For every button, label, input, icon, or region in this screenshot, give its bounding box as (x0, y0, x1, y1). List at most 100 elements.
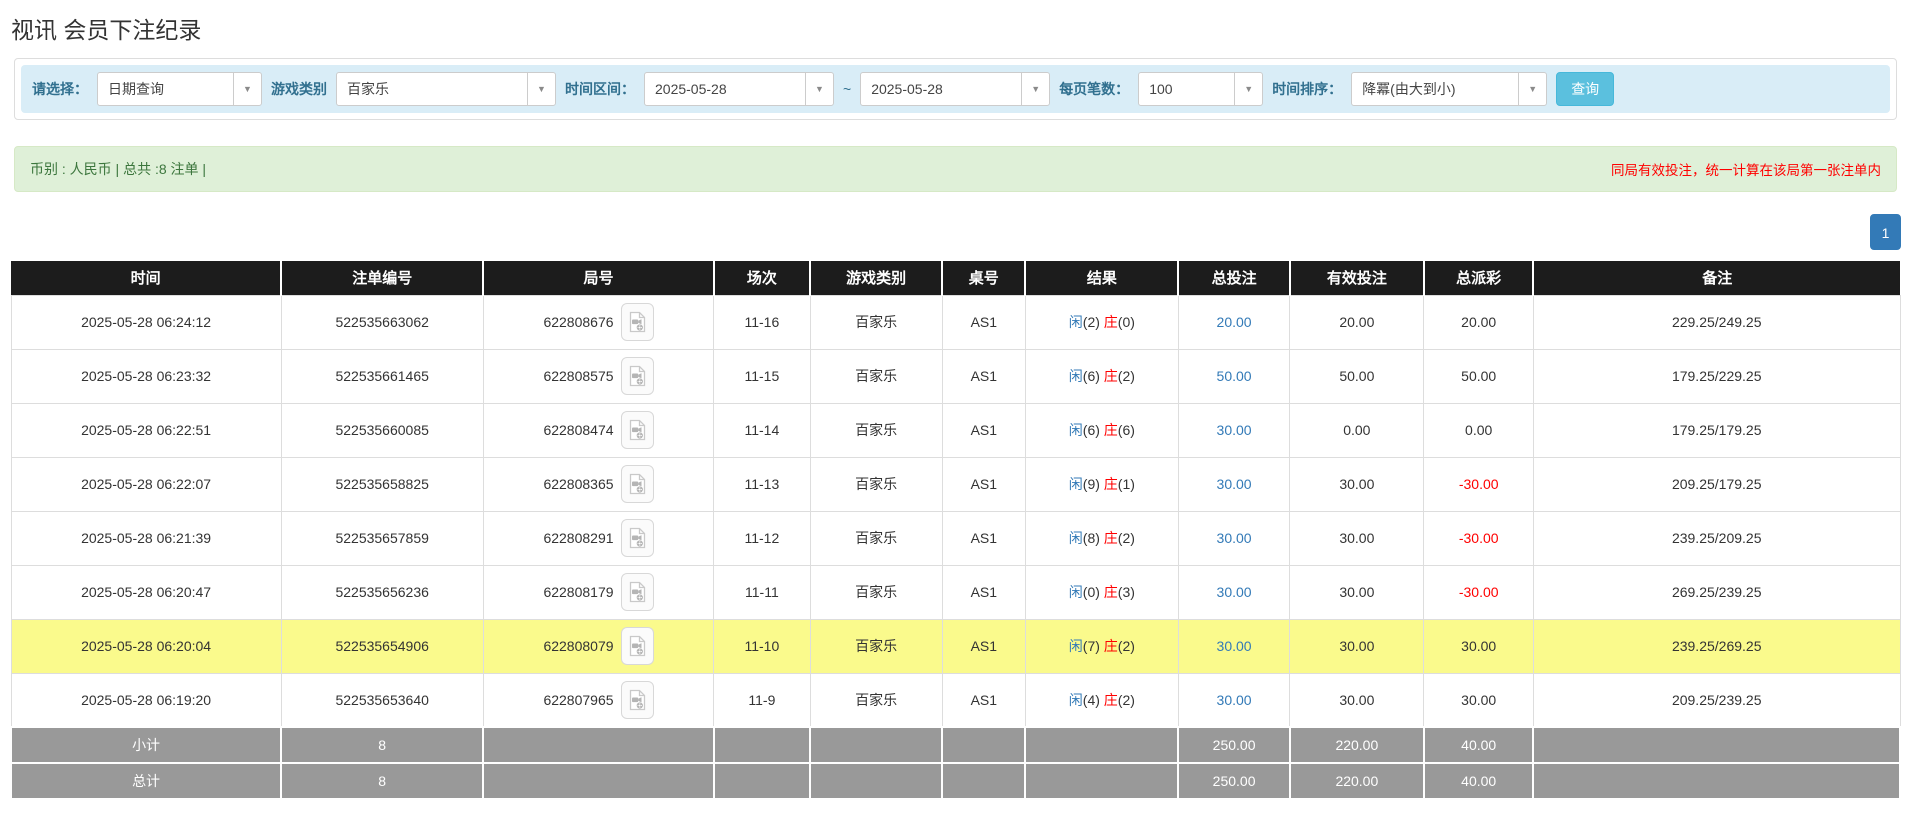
cell-round: 622808474 (483, 403, 713, 457)
video-icon-button[interactable] (621, 573, 654, 611)
date-from-select[interactable]: 2025-05-28 ▼ (644, 72, 834, 106)
table-row[interactable]: 2025-05-28 06:21:39522535657859622808291… (11, 511, 1900, 565)
result-banker-label: 庄 (1104, 314, 1118, 330)
total-bet-link[interactable]: 50.00 (1217, 368, 1252, 384)
sort-order-label: 时间排序： (1272, 79, 1342, 99)
video-icon-button[interactable] (621, 465, 654, 503)
result-player-value: (6) (1083, 368, 1100, 384)
sort-order-value: 降冪(由大到小) (1352, 79, 1465, 99)
cell-bet-id: 522535657859 (281, 511, 483, 565)
chevron-down-icon: ▼ (805, 73, 833, 105)
cell-session: 11-10 (714, 619, 810, 673)
table-row[interactable]: 2025-05-28 06:22:07522535658825622808365… (11, 457, 1900, 511)
round-id: 622808474 (543, 422, 613, 438)
video-icon-button[interactable] (621, 411, 654, 449)
result-player-value: (9) (1083, 476, 1100, 492)
query-type-value: 日期查询 (98, 79, 174, 99)
result-banker-value: (0) (1118, 314, 1135, 330)
total-bet-link[interactable]: 30.00 (1217, 692, 1252, 708)
search-button[interactable]: 查询 (1556, 72, 1614, 106)
result-player-label: 闲 (1069, 530, 1083, 546)
cell-session: 11-14 (714, 403, 810, 457)
summary-empty-cell (714, 763, 810, 799)
round-group: 622808079 (543, 627, 653, 665)
cell-valid-bet: 30.00 (1290, 565, 1424, 619)
round-group: 622808179 (543, 573, 653, 611)
cell-table-no: AS1 (942, 565, 1025, 619)
cell-round: 622807965 (483, 673, 713, 727)
result-banker-label: 庄 (1104, 530, 1118, 546)
video-icon-button[interactable] (621, 519, 654, 557)
result-player-label: 闲 (1069, 692, 1083, 708)
table-summary-row: 小计8250.00220.0040.00 (11, 727, 1900, 763)
table-row[interactable]: 2025-05-28 06:22:51522535660085622808474… (11, 403, 1900, 457)
game-type-select[interactable]: 百家乐 ▼ (336, 72, 556, 106)
cell-remark: 239.25/269.25 (1533, 619, 1900, 673)
total-bet-link[interactable]: 30.00 (1217, 530, 1252, 546)
video-icon-button[interactable] (621, 357, 654, 395)
cell-round: 622808179 (483, 565, 713, 619)
table-row[interactable]: 2025-05-28 06:23:32522535661465622808575… (11, 349, 1900, 403)
cell-payout: 30.00 (1424, 619, 1534, 673)
cell-result: 闲(2) 庄(0) (1025, 295, 1178, 349)
query-type-select[interactable]: 日期查询 ▼ (97, 72, 262, 106)
column-header: 结果 (1025, 261, 1178, 295)
table-row[interactable]: 2025-05-28 06:19:20522535653640622807965… (11, 673, 1900, 727)
page-size-select[interactable]: 100 ▼ (1138, 72, 1263, 106)
cell-round: 622808575 (483, 349, 713, 403)
video-icon-button[interactable] (621, 681, 654, 719)
cell-game-type: 百家乐 (810, 295, 942, 349)
cell-table-no: AS1 (942, 349, 1025, 403)
column-header: 场次 (714, 261, 810, 295)
round-id: 622808291 (543, 530, 613, 546)
total-bet-link[interactable]: 30.00 (1217, 422, 1252, 438)
summary-empty-cell (1533, 763, 1900, 799)
pagination-page-1[interactable]: 1 (1870, 214, 1901, 250)
chevron-down-icon: ▼ (1518, 73, 1546, 105)
cell-remark: 179.25/179.25 (1533, 403, 1900, 457)
table-row[interactable]: 2025-05-28 06:24:12522535663062622808676… (11, 295, 1900, 349)
date-to-select[interactable]: 2025-05-28 ▼ (860, 72, 1050, 106)
table-row[interactable]: 2025-05-28 06:20:47522535656236622808179… (11, 565, 1900, 619)
column-header: 备注 (1533, 261, 1900, 295)
cell-table-no: AS1 (942, 673, 1025, 727)
cell-remark: 229.25/249.25 (1533, 295, 1900, 349)
round-id: 622808179 (543, 584, 613, 600)
column-header: 游戏类别 (810, 261, 942, 295)
cell-session: 11-11 (714, 565, 810, 619)
pagination: 1 (10, 214, 1901, 250)
result-banker-value: (2) (1118, 368, 1135, 384)
cell-remark: 179.25/229.25 (1533, 349, 1900, 403)
video-icon-button[interactable] (621, 303, 654, 341)
cell-bet-id: 522535661465 (281, 349, 483, 403)
summary-empty-cell (714, 727, 810, 763)
total-bet-link[interactable]: 30.00 (1217, 584, 1252, 600)
cell-valid-bet: 30.00 (1290, 457, 1424, 511)
video-file-icon (628, 419, 647, 441)
table-row[interactable]: 2025-05-28 06:20:04522535654906622808079… (11, 619, 1900, 673)
video-file-icon (628, 311, 647, 333)
table-summary-row: 总计8250.00220.0040.00 (11, 763, 1900, 799)
cell-table-no: AS1 (942, 457, 1025, 511)
result-player-label: 闲 (1069, 422, 1083, 438)
total-bet-link[interactable]: 20.00 (1217, 314, 1252, 330)
summary-empty-cell (1533, 727, 1900, 763)
chevron-down-icon: ▼ (1021, 73, 1049, 105)
date-to-value: 2025-05-28 (861, 81, 953, 97)
date-from-value: 2025-05-28 (645, 81, 737, 97)
cell-game-type: 百家乐 (810, 565, 942, 619)
round-group: 622808474 (543, 411, 653, 449)
cell-remark: 209.25/239.25 (1533, 673, 1900, 727)
total-bet-link[interactable]: 30.00 (1217, 638, 1252, 654)
cell-remark: 269.25/239.25 (1533, 565, 1900, 619)
video-icon-button[interactable] (621, 627, 654, 665)
sort-order-select[interactable]: 降冪(由大到小) ▼ (1351, 72, 1547, 106)
page-title: 视讯 会员下注纪录 (0, 11, 1911, 45)
summary-count: 8 (281, 727, 483, 763)
total-bet-link[interactable]: 30.00 (1217, 476, 1252, 492)
round-group: 622807965 (543, 681, 653, 719)
summary-empty-cell (942, 727, 1025, 763)
cell-round: 622808079 (483, 619, 713, 673)
cell-game-type: 百家乐 (810, 511, 942, 565)
cell-remark: 239.25/209.25 (1533, 511, 1900, 565)
